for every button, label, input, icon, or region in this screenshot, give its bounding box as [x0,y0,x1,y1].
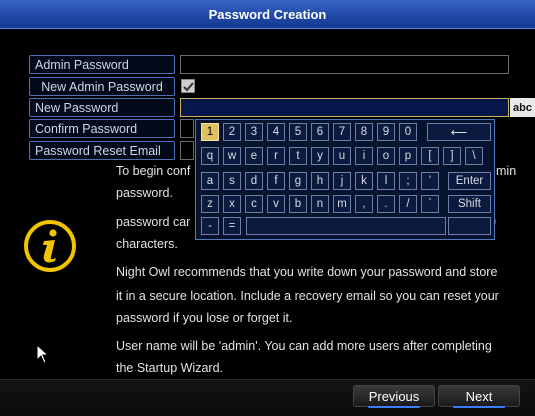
key-row4-1[interactable]: x [223,195,241,213]
password-reset-email-field[interactable] [180,141,194,160]
info-line-2: password. [116,186,173,200]
key-row1-8[interactable]: 9 [377,123,395,141]
key-backspace[interactable]: ⟵ [427,123,491,141]
key-row4-10[interactable]: ` [421,195,439,213]
key-row2-0[interactable]: q [201,147,219,165]
key-row4-5[interactable]: n [311,195,329,213]
key-enter[interactable]: Enter [448,172,491,190]
key-row4-2[interactable]: c [245,195,263,213]
key-row2-7[interactable]: i [355,147,373,165]
key-row1-0[interactable]: 1 [201,123,219,141]
key-row3-5[interactable]: h [311,172,329,190]
key-blank[interactable] [448,217,491,235]
key-row2-12[interactable]: \ [465,147,483,165]
key-row3-8[interactable]: l [377,172,395,190]
key-row4-6[interactable]: m [333,195,351,213]
key-row2-5[interactable]: y [311,147,329,165]
key-row4-0[interactable]: z [201,195,219,213]
info-line-3-left: password car [116,215,191,229]
key-row4-4[interactable]: b [289,195,307,213]
key-row3-4[interactable]: g [289,172,307,190]
key-row5-1[interactable]: = [223,217,241,235]
key-row2-2[interactable]: e [245,147,263,165]
info-line-1-right: min [496,164,517,178]
key-row1-4[interactable]: 5 [289,123,307,141]
input-mode-indicator[interactable]: abc [510,98,535,117]
key-row2-3[interactable]: r [267,147,285,165]
key-row1-7[interactable]: 8 [355,123,373,141]
confirm-password-field[interactable] [180,119,194,138]
info-line-4: characters. [116,237,178,251]
next-button[interactable]: Next [438,385,520,408]
key-row2-6[interactable]: u [333,147,351,165]
key-row2-8[interactable]: o [377,147,395,165]
key-row5-0[interactable]: - [201,217,219,235]
new-password-label: New Password [29,98,175,117]
key-row1-9[interactable]: 0 [399,123,417,141]
key-row4-9[interactable]: / [399,195,417,213]
key-row3-3[interactable]: f [267,172,285,190]
info-line-9: the Startup Wizard. [116,361,223,375]
password-reset-email-label: Password Reset Email [29,141,175,160]
key-row3-0[interactable]: a [201,172,219,190]
key-row4-8[interactable]: . [377,195,395,213]
new-admin-password-label: New Admin Password [29,77,175,96]
key-row1-1[interactable]: 2 [223,123,241,141]
key-row3-9[interactable]: ; [399,172,417,190]
info-icon [24,220,76,272]
info-line-8: User name will be 'admin'. You can add m… [116,339,492,353]
new-password-field[interactable] [180,98,509,117]
info-line-7: password if you lose or forget it. [116,311,293,325]
window-title: Password Creation [208,6,327,22]
key-row3-2[interactable]: d [245,172,263,190]
key-row2-1[interactable]: w [223,147,241,165]
key-row2-11[interactable]: ] [443,147,461,165]
key-row4-7[interactable]: , [355,195,373,213]
key-row2-10[interactable]: [ [421,147,439,165]
next-button-underline [453,406,505,408]
next-button-label: Next [465,388,493,404]
key-row1-5[interactable]: 6 [311,123,329,141]
window-title-bar: Password Creation [0,0,535,29]
previous-button-underline [368,406,420,408]
key-row3-7[interactable]: k [355,172,373,190]
previous-button-label: Previous [368,388,420,404]
key-row4-3[interactable]: v [267,195,285,213]
key-row3-1[interactable]: s [223,172,241,190]
key-row1-6[interactable]: 7 [333,123,351,141]
virtual-keyboard: 1234567890 ⟵ q w e r t y u i o p[] \ a s d f g h j k l; ' E… [195,119,495,240]
new-admin-password-checkbox[interactable] [181,79,195,93]
info-line-5: Night Owl recommends that you write down… [116,265,498,279]
key-row2-4[interactable]: t [289,147,307,165]
previous-button[interactable]: Previous [353,385,435,408]
admin-password-field[interactable] [180,55,509,74]
key-row1-3[interactable]: 4 [267,123,285,141]
key-row2-9[interactable]: p [399,147,417,165]
confirm-password-label: Confirm Password [29,119,175,138]
mouse-cursor-icon [36,344,50,364]
key-row3-6[interactable]: j [333,172,351,190]
info-line-6: it in a secure location. Include a recov… [116,289,499,303]
checkmark-icon [182,81,194,91]
key-row3-10[interactable]: ' [421,172,439,190]
key-row1-2[interactable]: 3 [245,123,263,141]
key-space[interactable] [246,217,446,235]
info-line-1-left: To begin conf [116,164,191,178]
key-shift[interactable]: Shift [448,195,491,213]
admin-password-label: Admin Password [29,55,175,74]
